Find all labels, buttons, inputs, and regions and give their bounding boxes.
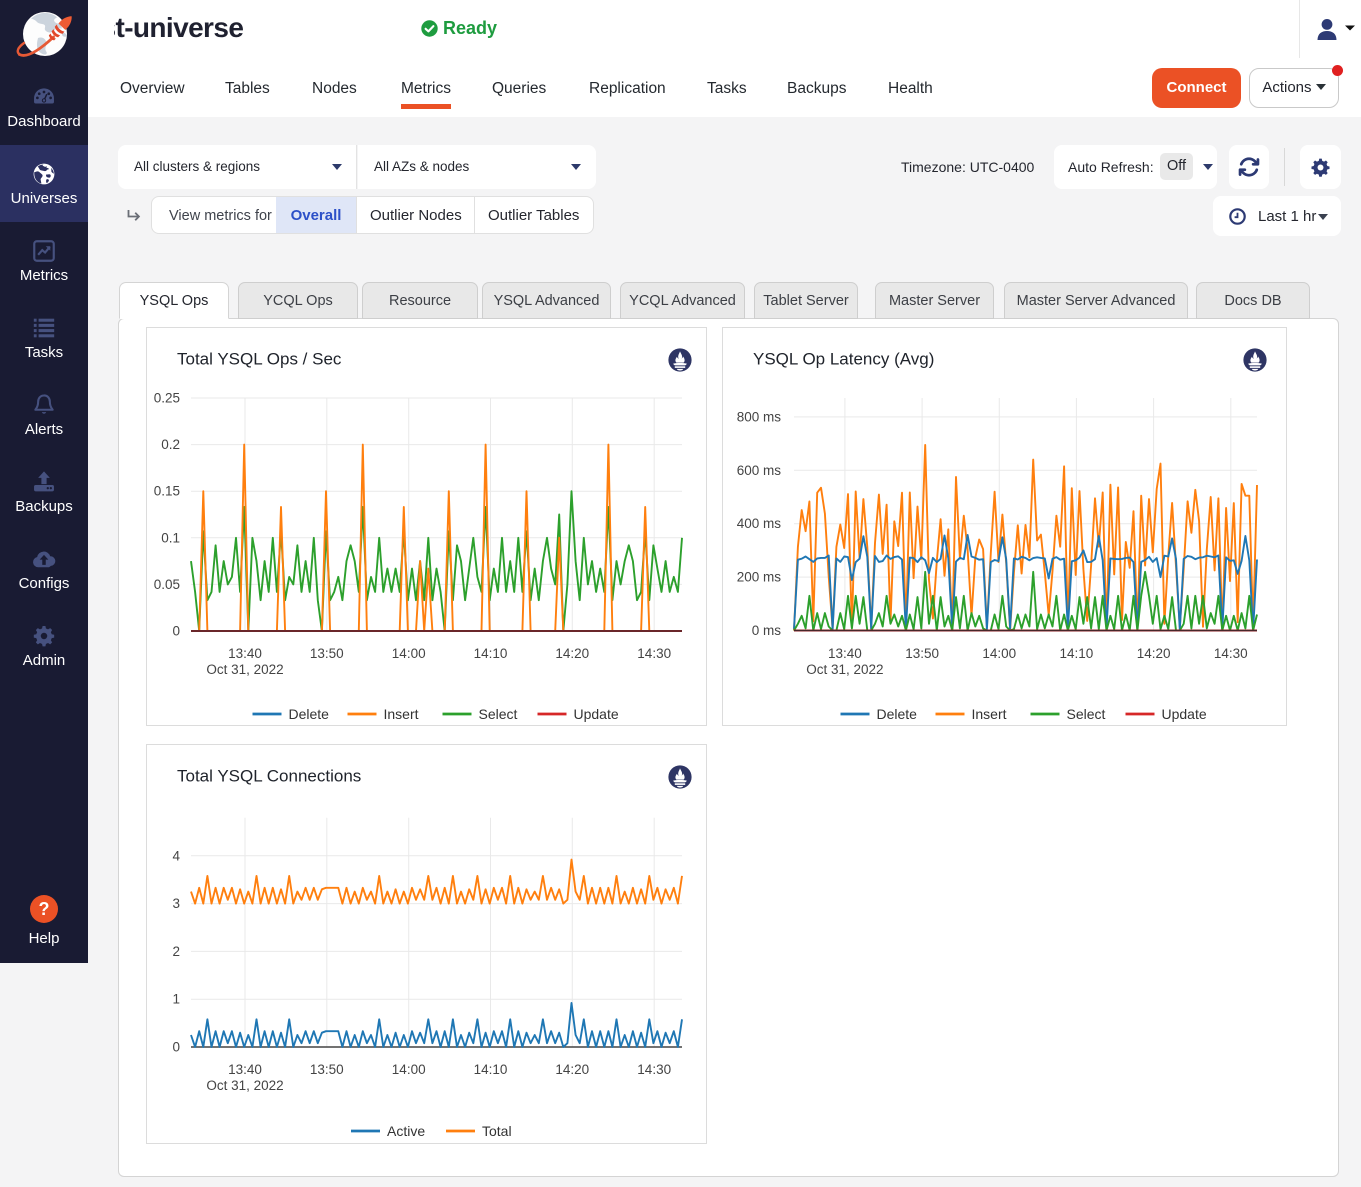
svg-text:Active: Active bbox=[387, 1123, 425, 1139]
svg-text:Insert: Insert bbox=[384, 706, 419, 722]
svg-text:0: 0 bbox=[172, 1040, 180, 1055]
svg-text:0: 0 bbox=[172, 624, 180, 639]
svg-text:0.1: 0.1 bbox=[161, 530, 180, 545]
svg-text:14:20: 14:20 bbox=[1137, 646, 1171, 661]
svg-text:14:10: 14:10 bbox=[474, 646, 508, 661]
svg-text:3: 3 bbox=[172, 896, 180, 911]
svg-text:13:50: 13:50 bbox=[905, 646, 939, 661]
svg-text:14:00: 14:00 bbox=[982, 646, 1016, 661]
svg-text:Oct 31, 2022: Oct 31, 2022 bbox=[206, 662, 283, 677]
svg-text:0.25: 0.25 bbox=[154, 391, 180, 406]
svg-text:400 ms: 400 ms bbox=[737, 516, 782, 531]
svg-text:Select: Select bbox=[479, 706, 518, 722]
svg-text:Total YSQL Connections: Total YSQL Connections bbox=[177, 767, 361, 786]
svg-text:Delete: Delete bbox=[877, 706, 918, 722]
svg-text:600 ms: 600 ms bbox=[737, 463, 782, 478]
svg-text:13:40: 13:40 bbox=[228, 646, 262, 661]
svg-text:13:40: 13:40 bbox=[228, 1062, 262, 1077]
svg-text:14:00: 14:00 bbox=[392, 646, 426, 661]
svg-text:0.05: 0.05 bbox=[154, 577, 180, 592]
svg-text:Oct 31, 2022: Oct 31, 2022 bbox=[806, 662, 883, 677]
svg-text:13:50: 13:50 bbox=[310, 646, 344, 661]
svg-text:14:10: 14:10 bbox=[1060, 646, 1094, 661]
svg-text:Total YSQL Ops / Sec: Total YSQL Ops / Sec bbox=[177, 350, 342, 369]
svg-text:800 ms: 800 ms bbox=[737, 409, 782, 424]
svg-text:0 ms: 0 ms bbox=[752, 623, 782, 638]
svg-text:Total: Total bbox=[482, 1123, 512, 1139]
svg-text:14:10: 14:10 bbox=[474, 1062, 508, 1077]
svg-text:Update: Update bbox=[1162, 706, 1207, 722]
svg-text:Oct 31, 2022: Oct 31, 2022 bbox=[206, 1078, 283, 1093]
svg-text:14:20: 14:20 bbox=[555, 1062, 589, 1077]
svg-text:0.2: 0.2 bbox=[161, 437, 180, 452]
svg-text:13:50: 13:50 bbox=[310, 1062, 344, 1077]
svg-text:YSQL Op Latency (Avg): YSQL Op Latency (Avg) bbox=[753, 350, 934, 369]
svg-text:2: 2 bbox=[172, 944, 180, 959]
svg-text:1: 1 bbox=[172, 992, 180, 1007]
svg-text:Insert: Insert bbox=[972, 706, 1007, 722]
svg-text:200 ms: 200 ms bbox=[737, 570, 782, 585]
svg-text:Delete: Delete bbox=[289, 706, 330, 722]
svg-text:Update: Update bbox=[574, 706, 619, 722]
svg-text:4: 4 bbox=[172, 848, 180, 863]
svg-text:14:30: 14:30 bbox=[637, 1062, 671, 1077]
svg-text:13:40: 13:40 bbox=[828, 646, 862, 661]
svg-text:0.15: 0.15 bbox=[154, 484, 180, 499]
svg-text:14:30: 14:30 bbox=[637, 646, 671, 661]
svg-text:14:00: 14:00 bbox=[392, 1062, 426, 1077]
svg-text:Select: Select bbox=[1067, 706, 1106, 722]
svg-text:14:30: 14:30 bbox=[1214, 646, 1248, 661]
svg-text:14:20: 14:20 bbox=[555, 646, 589, 661]
